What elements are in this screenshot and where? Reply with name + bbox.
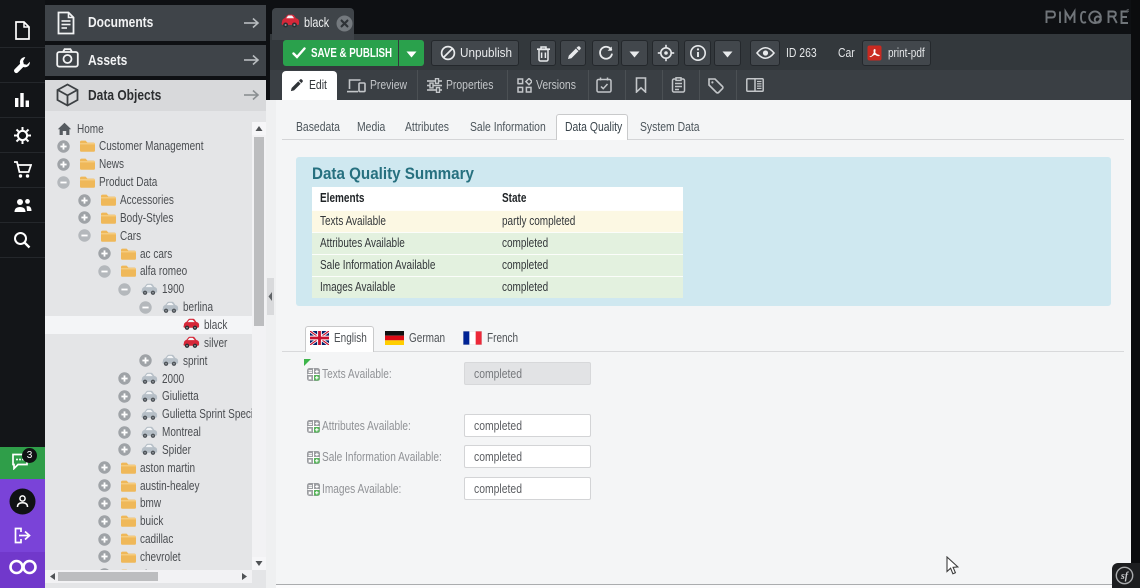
svg-text:sf: sf <box>1120 571 1130 582</box>
